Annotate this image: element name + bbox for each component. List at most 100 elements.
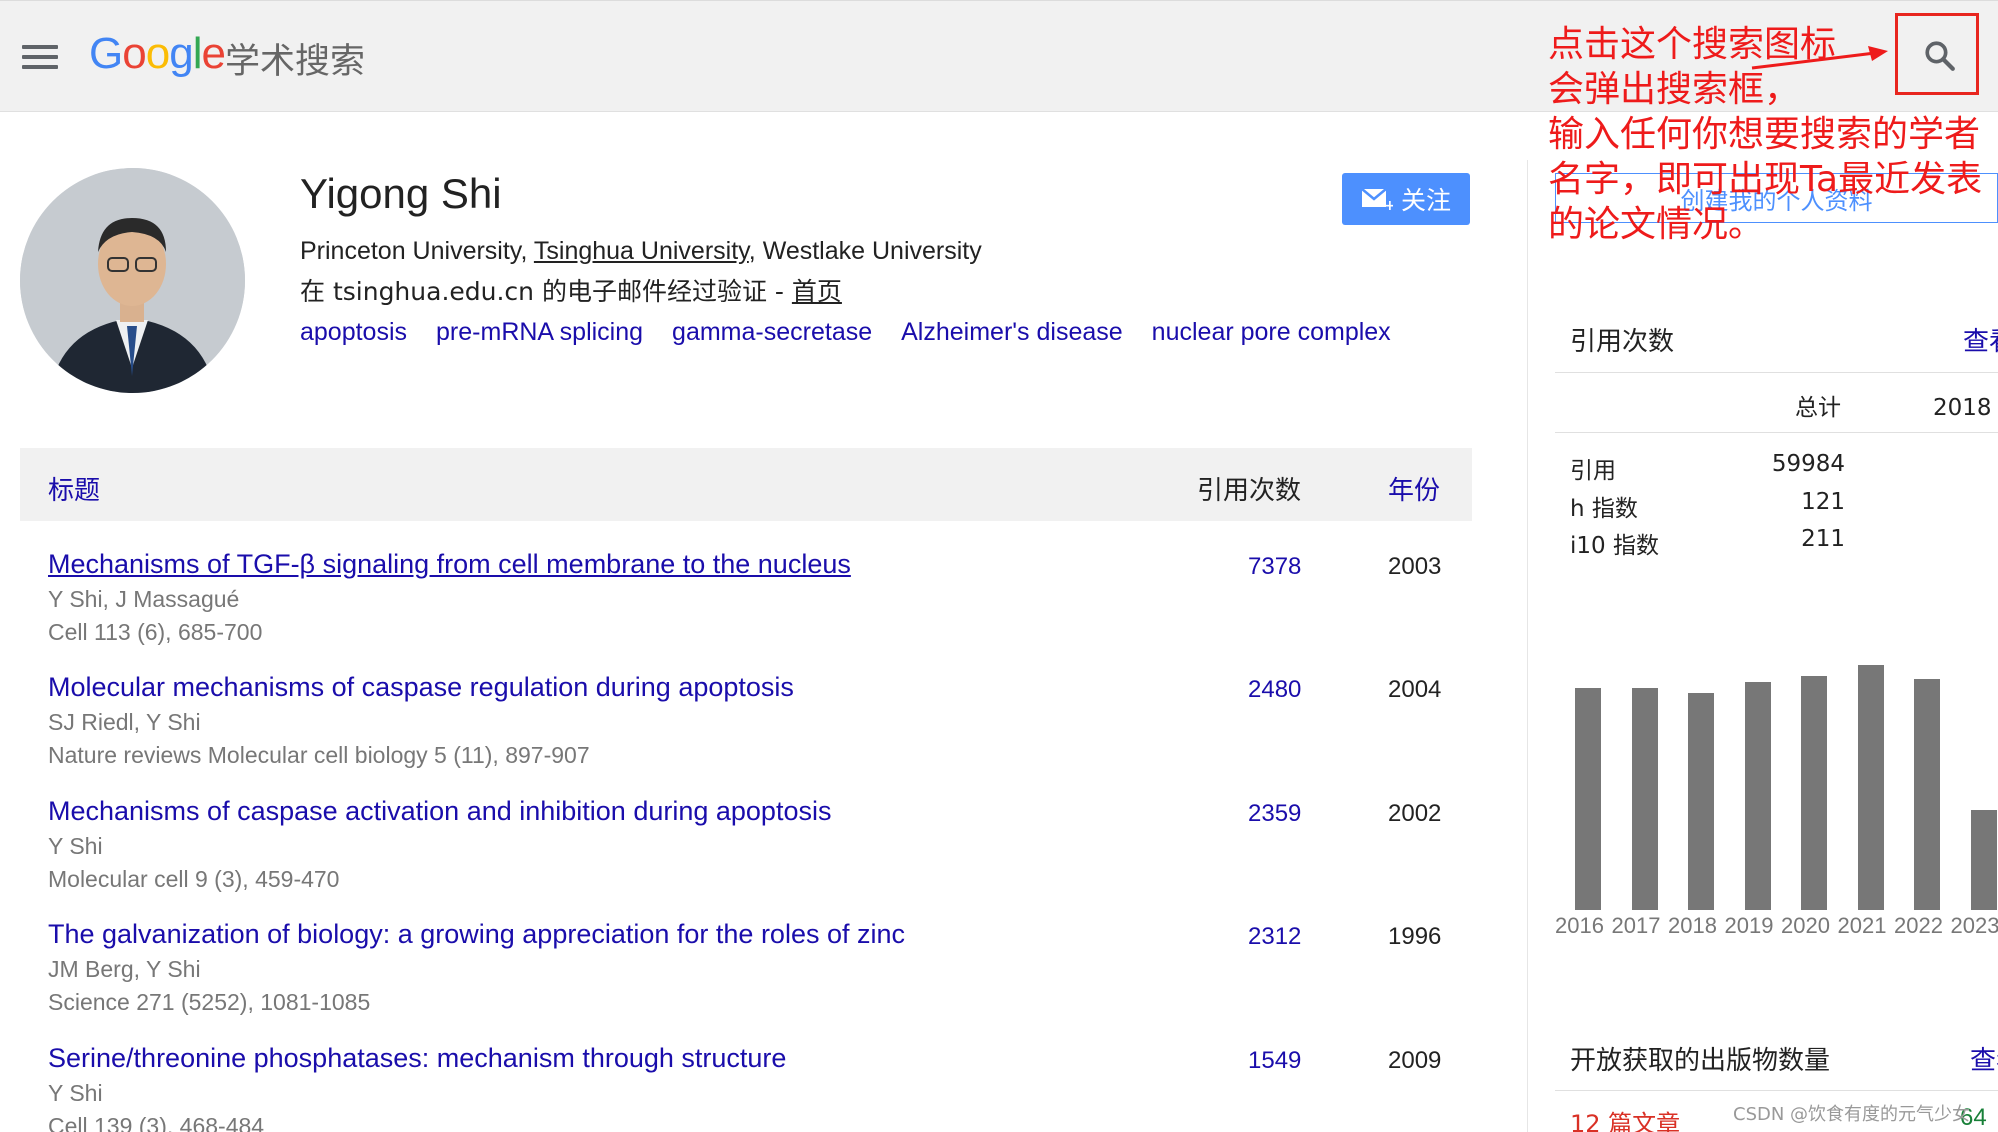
chart-bar[interactable] bbox=[1914, 679, 1940, 910]
annotation-line: 输入任何你想要搜索的学者 bbox=[1548, 114, 1981, 155]
logo-letter: e bbox=[201, 29, 226, 78]
citations-panel-title: 引用次数 bbox=[1570, 327, 1675, 357]
chart-x-tick: 2019 bbox=[1724, 913, 1774, 938]
chart-bar[interactable] bbox=[1744, 682, 1771, 910]
paper-year: 2009 bbox=[1388, 1047, 1442, 1074]
chart-x-tick: 2023 bbox=[1950, 913, 1998, 938]
divider bbox=[1555, 1090, 1998, 1091]
paper-year: 2003 bbox=[1388, 553, 1442, 580]
citation-count-link[interactable]: 2480 bbox=[1248, 676, 1301, 704]
stat-row: i10 指数 211 bbox=[1570, 526, 1845, 560]
paper-authors: Y Shi, J Massagué bbox=[48, 586, 240, 612]
paper-title-link[interactable]: Mechanisms of caspase activation and inh… bbox=[48, 796, 1448, 827]
chart-x-tick: 2016 bbox=[1555, 913, 1604, 938]
chart-x-tick: 2017 bbox=[1611, 913, 1661, 938]
table-row: Mechanisms of caspase activation and inh… bbox=[48, 796, 1448, 893]
paper-authors: JM Berg, Y Shi bbox=[48, 956, 201, 982]
paper-venue: Science 271 (5252), 1081-1085 bbox=[48, 989, 371, 1015]
logo-letter: o bbox=[145, 29, 171, 78]
paper-title-link[interactable]: Mechanisms of TGF-β signaling from cell … bbox=[48, 549, 1448, 580]
stat-row: 引用 59984 bbox=[1570, 451, 1845, 485]
chart-bar[interactable] bbox=[1801, 676, 1827, 910]
homepage-link[interactable]: 首页 bbox=[792, 277, 842, 306]
chart-bar[interactable] bbox=[1575, 688, 1601, 910]
table-row: Mechanisms of TGF-β signaling from cell … bbox=[48, 549, 1448, 646]
divider bbox=[1555, 372, 1998, 373]
panel-divider bbox=[1527, 160, 1528, 1132]
follow-button[interactable]: + 关注 bbox=[1342, 173, 1470, 225]
watermark: CSDN @饮食有度的元气少女 bbox=[1733, 1104, 1971, 1125]
paper-title-link[interactable]: Molecular mechanisms of caspase regulati… bbox=[48, 672, 1448, 703]
google-logo[interactable]: Google bbox=[89, 29, 226, 79]
table-row: Serine/threonine phosphatases: mechanism… bbox=[48, 1043, 1448, 1132]
chart-x-tick: 2021 bbox=[1837, 913, 1887, 938]
email-verification: 在 tsinghua.edu.cn 的电子邮件经过验证 - 首页 bbox=[300, 272, 842, 308]
affiliation-link[interactable]: Tsinghua University bbox=[534, 237, 749, 265]
stat-total: 211 bbox=[1801, 526, 1845, 552]
sort-by-year[interactable]: 年份 bbox=[1388, 470, 1440, 507]
chart-bar[interactable] bbox=[1970, 810, 1997, 910]
citation-count-link[interactable]: 2312 bbox=[1248, 923, 1301, 951]
chart-bar[interactable] bbox=[1631, 688, 1658, 910]
open-access-unavailable-count[interactable]: 12 篇文章 bbox=[1570, 1104, 1680, 1132]
paper-venue: Cell 113 (6), 685-700 bbox=[48, 619, 263, 645]
hamburger-icon[interactable] bbox=[22, 45, 58, 71]
svg-text:+: + bbox=[1384, 198, 1393, 211]
sort-by-title[interactable]: 标题 bbox=[48, 470, 100, 507]
stat-label: i10 指数 bbox=[1570, 533, 1659, 559]
affiliation-part: Princeton University, bbox=[300, 237, 534, 265]
paper-authors: Y Shi bbox=[48, 1080, 103, 1106]
citation-count-link[interactable]: 1549 bbox=[1248, 1047, 1301, 1075]
table-header: 标题 引用次数 年份 bbox=[20, 448, 1472, 521]
scholar-name: Yigong Shi bbox=[300, 170, 502, 217]
interest-link[interactable]: Alzheimer's disease bbox=[901, 318, 1123, 347]
stat-total: 59984 bbox=[1771, 451, 1845, 477]
table-row: Molecular mechanisms of caspase regulati… bbox=[48, 672, 1448, 769]
logo-subtitle: 学术搜索 bbox=[225, 42, 366, 82]
cited-by-header: 引用次数 bbox=[1197, 476, 1302, 506]
paper-year: 2004 bbox=[1388, 676, 1442, 703]
interest-link[interactable]: nuclear pore complex bbox=[1152, 318, 1391, 347]
paper-title-link[interactable]: The galvanization of biology: a growing … bbox=[48, 919, 1448, 950]
citation-count-link[interactable]: 7378 bbox=[1248, 553, 1301, 581]
logo-letter: G bbox=[89, 29, 123, 78]
paper-year: 2002 bbox=[1388, 800, 1442, 827]
research-interests: apoptosis pre-mRNA splicing gamma-secret… bbox=[300, 318, 1391, 347]
chart-x-tick: 2022 bbox=[1894, 913, 1943, 938]
paper-venue: Cell 139 (3), 468-484 bbox=[48, 1113, 265, 1132]
logo-letter: g bbox=[169, 29, 194, 78]
chart-x-tick: 2020 bbox=[1781, 913, 1830, 938]
interest-link[interactable]: gamma-secretase bbox=[672, 318, 872, 347]
affiliation: Princeton University, Tsinghua Universit… bbox=[300, 237, 982, 266]
citations-per-year-chart: 2016 2017 2018 2019 2020 2021 2022 2023 bbox=[1555, 625, 1998, 955]
paper-title-link[interactable]: Serine/threonine phosphatases: mechanism… bbox=[48, 1043, 1448, 1074]
annotation-line: 名字，即可出现Ta最近发表 bbox=[1548, 159, 1983, 200]
open-access-title: 开放获取的出版物数量 bbox=[1570, 1046, 1831, 1076]
stat-label: 引用 bbox=[1570, 458, 1616, 484]
view-all-citations-link[interactable]: 查看全部 bbox=[1963, 321, 1998, 358]
verify-text: 在 tsinghua.edu.cn 的电子邮件经过验证 - bbox=[300, 277, 792, 306]
stats-col-since: 2018 年至今 bbox=[1933, 395, 1998, 421]
paper-authors: Y Shi bbox=[48, 833, 103, 859]
paper-authors: SJ Riedl, Y Shi bbox=[48, 709, 201, 735]
annotation-arrow bbox=[1751, 46, 1888, 70]
divider bbox=[1555, 432, 1998, 433]
chart-x-tick: 2018 bbox=[1668, 913, 1717, 938]
follow-label: 关注 bbox=[1400, 186, 1451, 215]
stat-row: h 指数 121 bbox=[1570, 489, 1845, 523]
interest-link[interactable]: pre-mRNA splicing bbox=[436, 318, 643, 347]
portrait-image bbox=[20, 168, 245, 393]
citation-count-link[interactable]: 2359 bbox=[1248, 800, 1301, 828]
paper-venue: Molecular cell 9 (3), 459-470 bbox=[48, 866, 340, 892]
annotation-line: 的论文情况。 bbox=[1548, 204, 1765, 245]
paper-venue: Nature reviews Molecular cell biology 5 … bbox=[48, 742, 590, 768]
view-all-open-access-link[interactable]: 查看全部 bbox=[1970, 1040, 1998, 1077]
table-row: The galvanization of biology: a growing … bbox=[48, 919, 1448, 1016]
affiliation-part: , Westlake University bbox=[748, 237, 982, 265]
stats-col-total: 总计 bbox=[1795, 395, 1841, 421]
chart-bar[interactable] bbox=[1857, 665, 1884, 910]
interest-link[interactable]: apoptosis bbox=[300, 318, 407, 347]
chart-bar[interactable] bbox=[1688, 693, 1714, 910]
mail-plus-icon: + bbox=[1361, 188, 1393, 211]
stat-total: 121 bbox=[1801, 489, 1845, 515]
